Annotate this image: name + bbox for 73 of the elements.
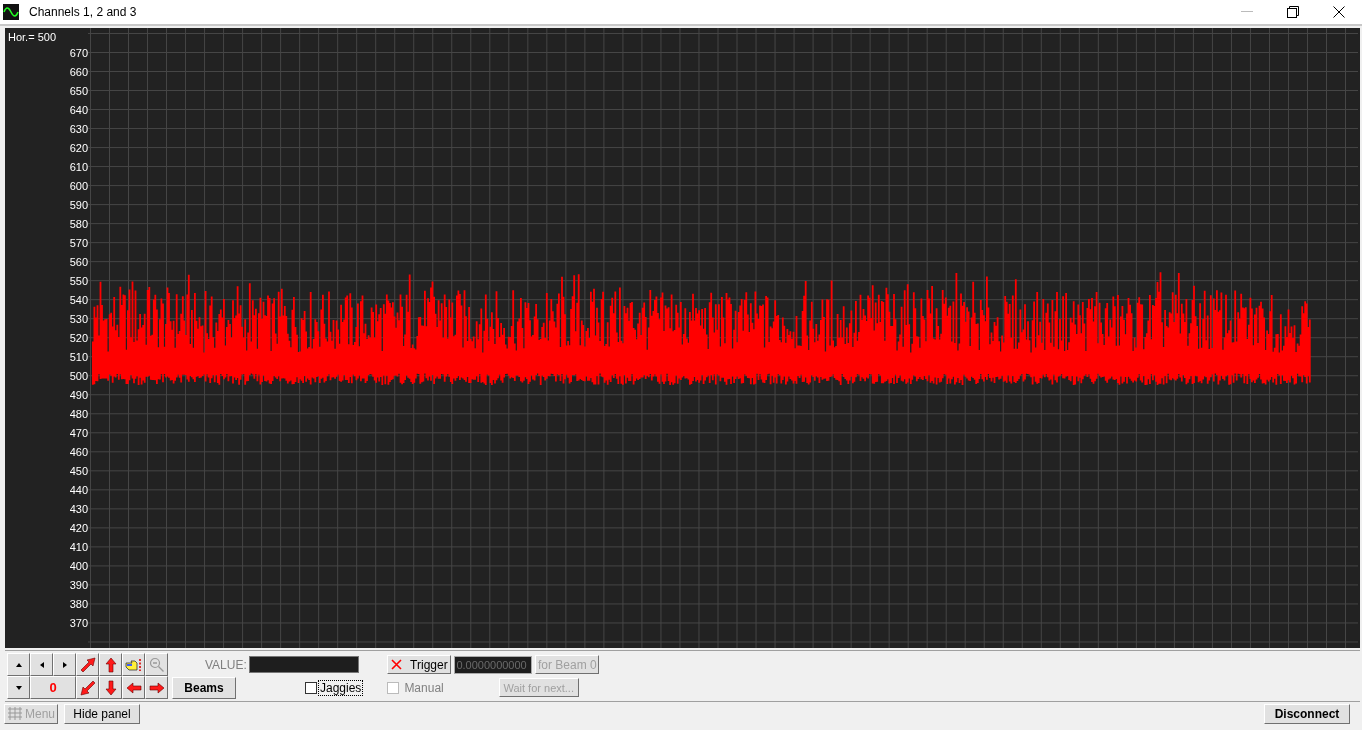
pointing-hand-button[interactable]	[122, 653, 145, 676]
axis-tick-label: 670	[69, 45, 88, 61]
axis-tick-label: 530	[69, 311, 88, 327]
diagonal-arrow-icon	[79, 656, 96, 673]
axis-tick-label: 500	[69, 368, 88, 384]
axis-tick-label: 440	[69, 482, 88, 498]
close-icon	[1333, 6, 1345, 18]
left-arrow-icon	[125, 681, 142, 694]
axis-tick-label: 480	[69, 406, 88, 422]
axis-tick-label: 570	[69, 235, 88, 251]
restore-icon	[1287, 6, 1299, 18]
down-arrow-button[interactable]	[99, 676, 122, 699]
up-triangle-icon	[15, 662, 22, 667]
axis-tick-label: 450	[69, 463, 88, 479]
hide-panel-button[interactable]: Hide panel	[64, 704, 140, 724]
axis-tick-label: 460	[69, 444, 88, 460]
axis-tick-label: 650	[69, 83, 88, 99]
axis-tick-label: 610	[69, 159, 88, 175]
axis-tick-label: 540	[69, 292, 88, 308]
axis-tick-label: 590	[69, 197, 88, 213]
horizontal-readout: Hor.= 500	[8, 31, 57, 43]
grid-icon	[7, 707, 23, 721]
left-arrow-button[interactable]	[122, 676, 145, 699]
checkbox-label: Jaggies	[318, 679, 364, 696]
axis-tick-label: 620	[69, 140, 88, 156]
value-label: VALUE:	[205, 657, 247, 672]
axis-tick-label: 420	[69, 520, 88, 536]
axis-tick-label: 410	[69, 539, 88, 555]
scroll-up-button[interactable]	[7, 653, 30, 676]
right-triangle-icon	[62, 661, 67, 668]
cross-icon	[391, 659, 403, 670]
checkbox[interactable]	[305, 681, 317, 694]
beams-button[interactable]: Beams	[172, 676, 236, 699]
app-icon	[3, 4, 19, 20]
down-triangle-icon	[15, 685, 22, 690]
value-field[interactable]	[248, 656, 359, 673]
step-left-button[interactable]	[30, 653, 53, 676]
axis-tick-label: 630	[69, 121, 88, 137]
zoom-button[interactable]	[145, 653, 168, 676]
counter-display[interactable]: 0	[30, 676, 76, 699]
diagonal-arrow-icon	[79, 679, 96, 696]
axis-tick-label: 490	[69, 387, 88, 403]
scroll-down-button[interactable]	[7, 676, 30, 699]
window-title: Channels 1, 2 and 3	[29, 5, 138, 19]
axis-tick-label: 370	[69, 615, 88, 631]
disconnect-button[interactable]: Disconnect	[1264, 704, 1350, 724]
left-triangle-icon	[39, 661, 44, 668]
diagonal-arrow-button[interactable]	[76, 653, 99, 676]
step-right-button[interactable]	[53, 653, 76, 676]
axis-tick-label: 550	[69, 273, 88, 289]
zoom-icon	[148, 656, 165, 673]
diagonal-arrow-button[interactable]	[76, 676, 99, 699]
right-arrow-button[interactable]	[145, 676, 168, 699]
axis-tick-label: 600	[69, 178, 88, 194]
down-arrow-icon	[104, 679, 117, 696]
pointing-hand-icon	[124, 657, 143, 672]
axis-tick-label: 400	[69, 558, 88, 574]
up-arrow-button[interactable]	[99, 653, 122, 676]
axis-tick-label: 560	[69, 254, 88, 270]
axis-tick-label: 660	[69, 64, 88, 80]
trigger-button[interactable]: Trigger	[387, 655, 452, 674]
axis-tick-label: 380	[69, 596, 88, 612]
axis-tick-label: 580	[69, 216, 88, 232]
up-arrow-icon	[104, 656, 117, 673]
axis-tick-label: 390	[69, 577, 88, 593]
axis-tick-label: 520	[69, 330, 88, 346]
axis-tick-label: 510	[69, 349, 88, 365]
minimize-icon	[1241, 11, 1253, 13]
right-arrow-icon	[148, 681, 165, 694]
axis-tick-label: 640	[69, 102, 88, 118]
axis-tick-label: 430	[69, 501, 88, 517]
checkbox-label: Manual	[403, 680, 445, 695]
axis-tick-label: 470	[69, 425, 88, 441]
